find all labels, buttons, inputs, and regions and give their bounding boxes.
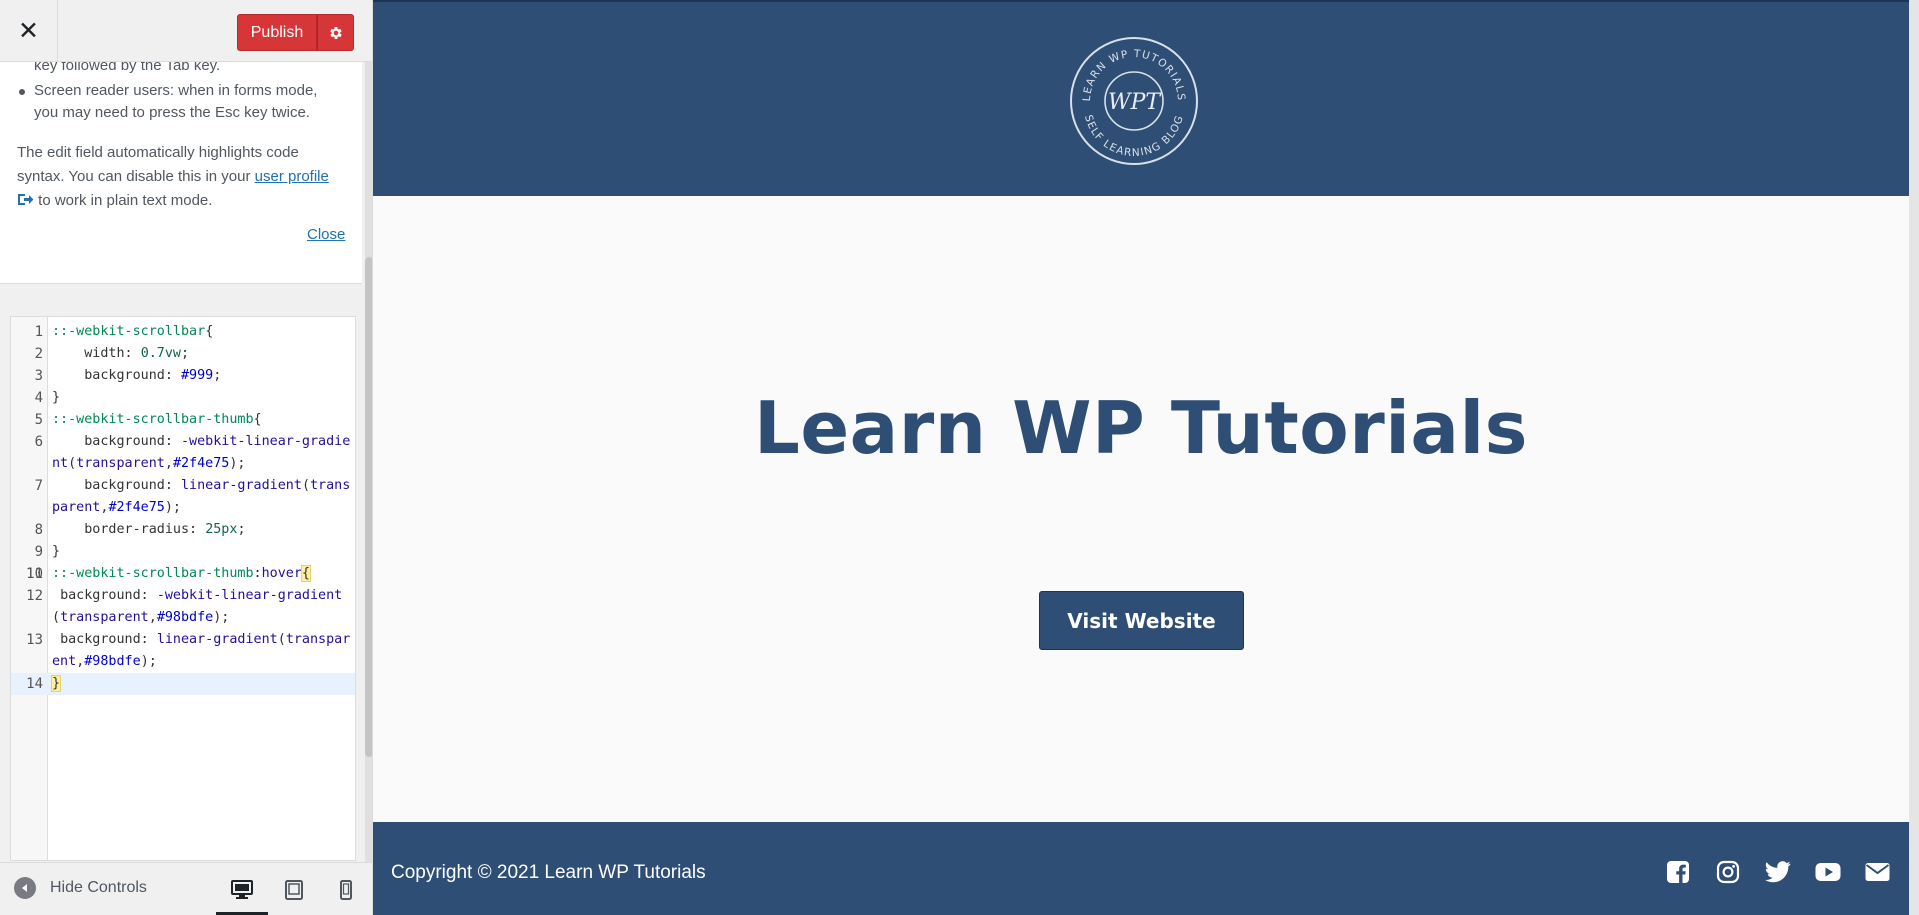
- help-bullet: Screen reader users: when in forms mode,…: [14, 80, 344, 124]
- help-close-link[interactable]: Close: [307, 226, 345, 243]
- code-text: background: -webkit-linear-gradient(tran…: [52, 588, 343, 625]
- line-number: 5: [34, 412, 43, 428]
- hide-controls-label: Hide Controls: [50, 879, 147, 896]
- code-line: 2 width: 0.7vw;: [11, 343, 355, 365]
- site-logo[interactable]: LEARN WP TUTORIALS SELF LEARNING BLOG WP…: [1067, 34, 1201, 168]
- help-paragraph: The edit field automatically highlights …: [17, 141, 347, 213]
- mobile-icon[interactable]: [320, 863, 372, 915]
- code-lines: 1::-webkit-scrollbar{2 width: 0.7vw; 3 ba…: [11, 321, 355, 695]
- hero-section: Learn WP Tutorials Visit Website: [373, 196, 1909, 822]
- line-number: 9: [34, 544, 43, 560]
- line-number: 12: [26, 588, 43, 604]
- line-number: 3: [34, 368, 43, 384]
- help-bullet-text: Screen reader users: when in forms mode,…: [34, 82, 318, 121]
- code-line: 5::-webkit-scrollbar-thumb{: [11, 409, 355, 431]
- code-text: }: [52, 390, 61, 405]
- line-number: 6: [34, 434, 43, 450]
- facebook-icon[interactable]: [1662, 856, 1693, 887]
- line-number: 2: [34, 346, 43, 362]
- code-text: background: linear-gradient(transparent,…: [52, 478, 351, 515]
- code-text: }: [50, 675, 62, 692]
- help-para-after: to work in plain text mode.: [34, 192, 213, 209]
- user-profile-link[interactable]: user profile: [255, 168, 329, 185]
- code-text: border-radius: 25px;: [52, 522, 246, 537]
- code-text: background: linear-gradient(transparent,…: [52, 632, 351, 669]
- line-number: 8: [34, 522, 43, 538]
- code-text: background: -webkit-linear-gradient(tran…: [52, 434, 351, 471]
- external-link-icon: [17, 192, 34, 209]
- css-code-editor[interactable]: 1::-webkit-scrollbar{2 width: 0.7vw; 3 ba…: [10, 316, 356, 861]
- code-line: 4}: [11, 387, 355, 409]
- line-number: 1: [34, 324, 43, 340]
- line-number: 4: [34, 390, 43, 406]
- email-icon[interactable]: [1862, 856, 1893, 887]
- publish-button[interactable]: Publish: [237, 14, 317, 51]
- code-line: 3 background: #999;: [11, 365, 355, 387]
- hero-title: Learn WP Tutorials: [753, 386, 1529, 470]
- tablet-icon[interactable]: [268, 863, 320, 915]
- instagram-icon[interactable]: [1712, 856, 1743, 887]
- code-line: 12 background: -webkit-linear-gradient(t…: [11, 585, 355, 629]
- code-text: background: #999;: [52, 368, 222, 383]
- code-line: 9}: [11, 541, 355, 563]
- copyright-text: Copyright © 2021 Learn WP Tutorials: [391, 862, 706, 883]
- collapse-icon: [14, 877, 36, 899]
- code-text: ::-webkit-scrollbar-thumb{: [52, 412, 262, 427]
- line-number: 11: [26, 566, 43, 582]
- code-text: width: 0.7vw;: [52, 346, 190, 361]
- publish-group: Publish: [237, 14, 354, 51]
- line-number: 14: [26, 676, 43, 692]
- help-text-cut: key followed by the Tab key.: [34, 62, 221, 74]
- visit-website-button[interactable]: Visit Website: [1039, 591, 1244, 650]
- code-line: 13 background: linear-gradient(transpare…: [11, 629, 355, 673]
- logo-monogram: WPT: [1108, 90, 1162, 115]
- site-header: LEARN WP TUTORIALS SELF LEARNING BLOG WP…: [373, 0, 1909, 196]
- bullet-dot: [19, 89, 25, 95]
- youtube-icon[interactable]: [1812, 856, 1843, 887]
- customizer-footer: Hide Controls: [0, 862, 372, 915]
- customizer-sidebar: ✕ Publish key followed by the Tab key. S…: [0, 0, 373, 915]
- sidebar-scrollbar-thumb[interactable]: [365, 257, 372, 757]
- site-footer: Copyright © 2021 Learn WP Tutorials: [373, 822, 1909, 915]
- code-text: }: [52, 544, 61, 559]
- gear-icon[interactable]: [317, 14, 354, 51]
- close-icon[interactable]: ✕: [0, 0, 58, 62]
- twitter-icon[interactable]: [1762, 856, 1793, 887]
- code-line: 6 background: -webkit-linear-gradient(tr…: [11, 431, 355, 475]
- site-preview: LEARN WP TUTORIALS SELF LEARNING BLOG WP…: [373, 0, 1919, 915]
- code-line: 8 border-radius: 25px;: [11, 519, 355, 541]
- social-links: [1662, 856, 1893, 887]
- code-line: 7 background: linear-gradient(transparen…: [11, 475, 355, 519]
- code-text: ::-webkit-scrollbar-thumb:hover{: [52, 565, 311, 582]
- customizer-header: ✕ Publish: [0, 0, 372, 62]
- code-line: 14}: [11, 673, 355, 695]
- preview-scrollbar[interactable]: [1909, 0, 1919, 915]
- desktop-icon[interactable]: [216, 863, 268, 915]
- code-text: ::-webkit-scrollbar{: [52, 324, 214, 339]
- line-number: 7: [34, 478, 43, 494]
- code-editor-help: key followed by the Tab key. Screen read…: [0, 62, 362, 284]
- code-line: 11::-webkit-scrollbar-thumb:hover{: [11, 563, 355, 585]
- line-number: 13: [26, 632, 43, 648]
- code-line: 1::-webkit-scrollbar{: [11, 321, 355, 343]
- hide-controls-button[interactable]: Hide Controls: [14, 877, 147, 899]
